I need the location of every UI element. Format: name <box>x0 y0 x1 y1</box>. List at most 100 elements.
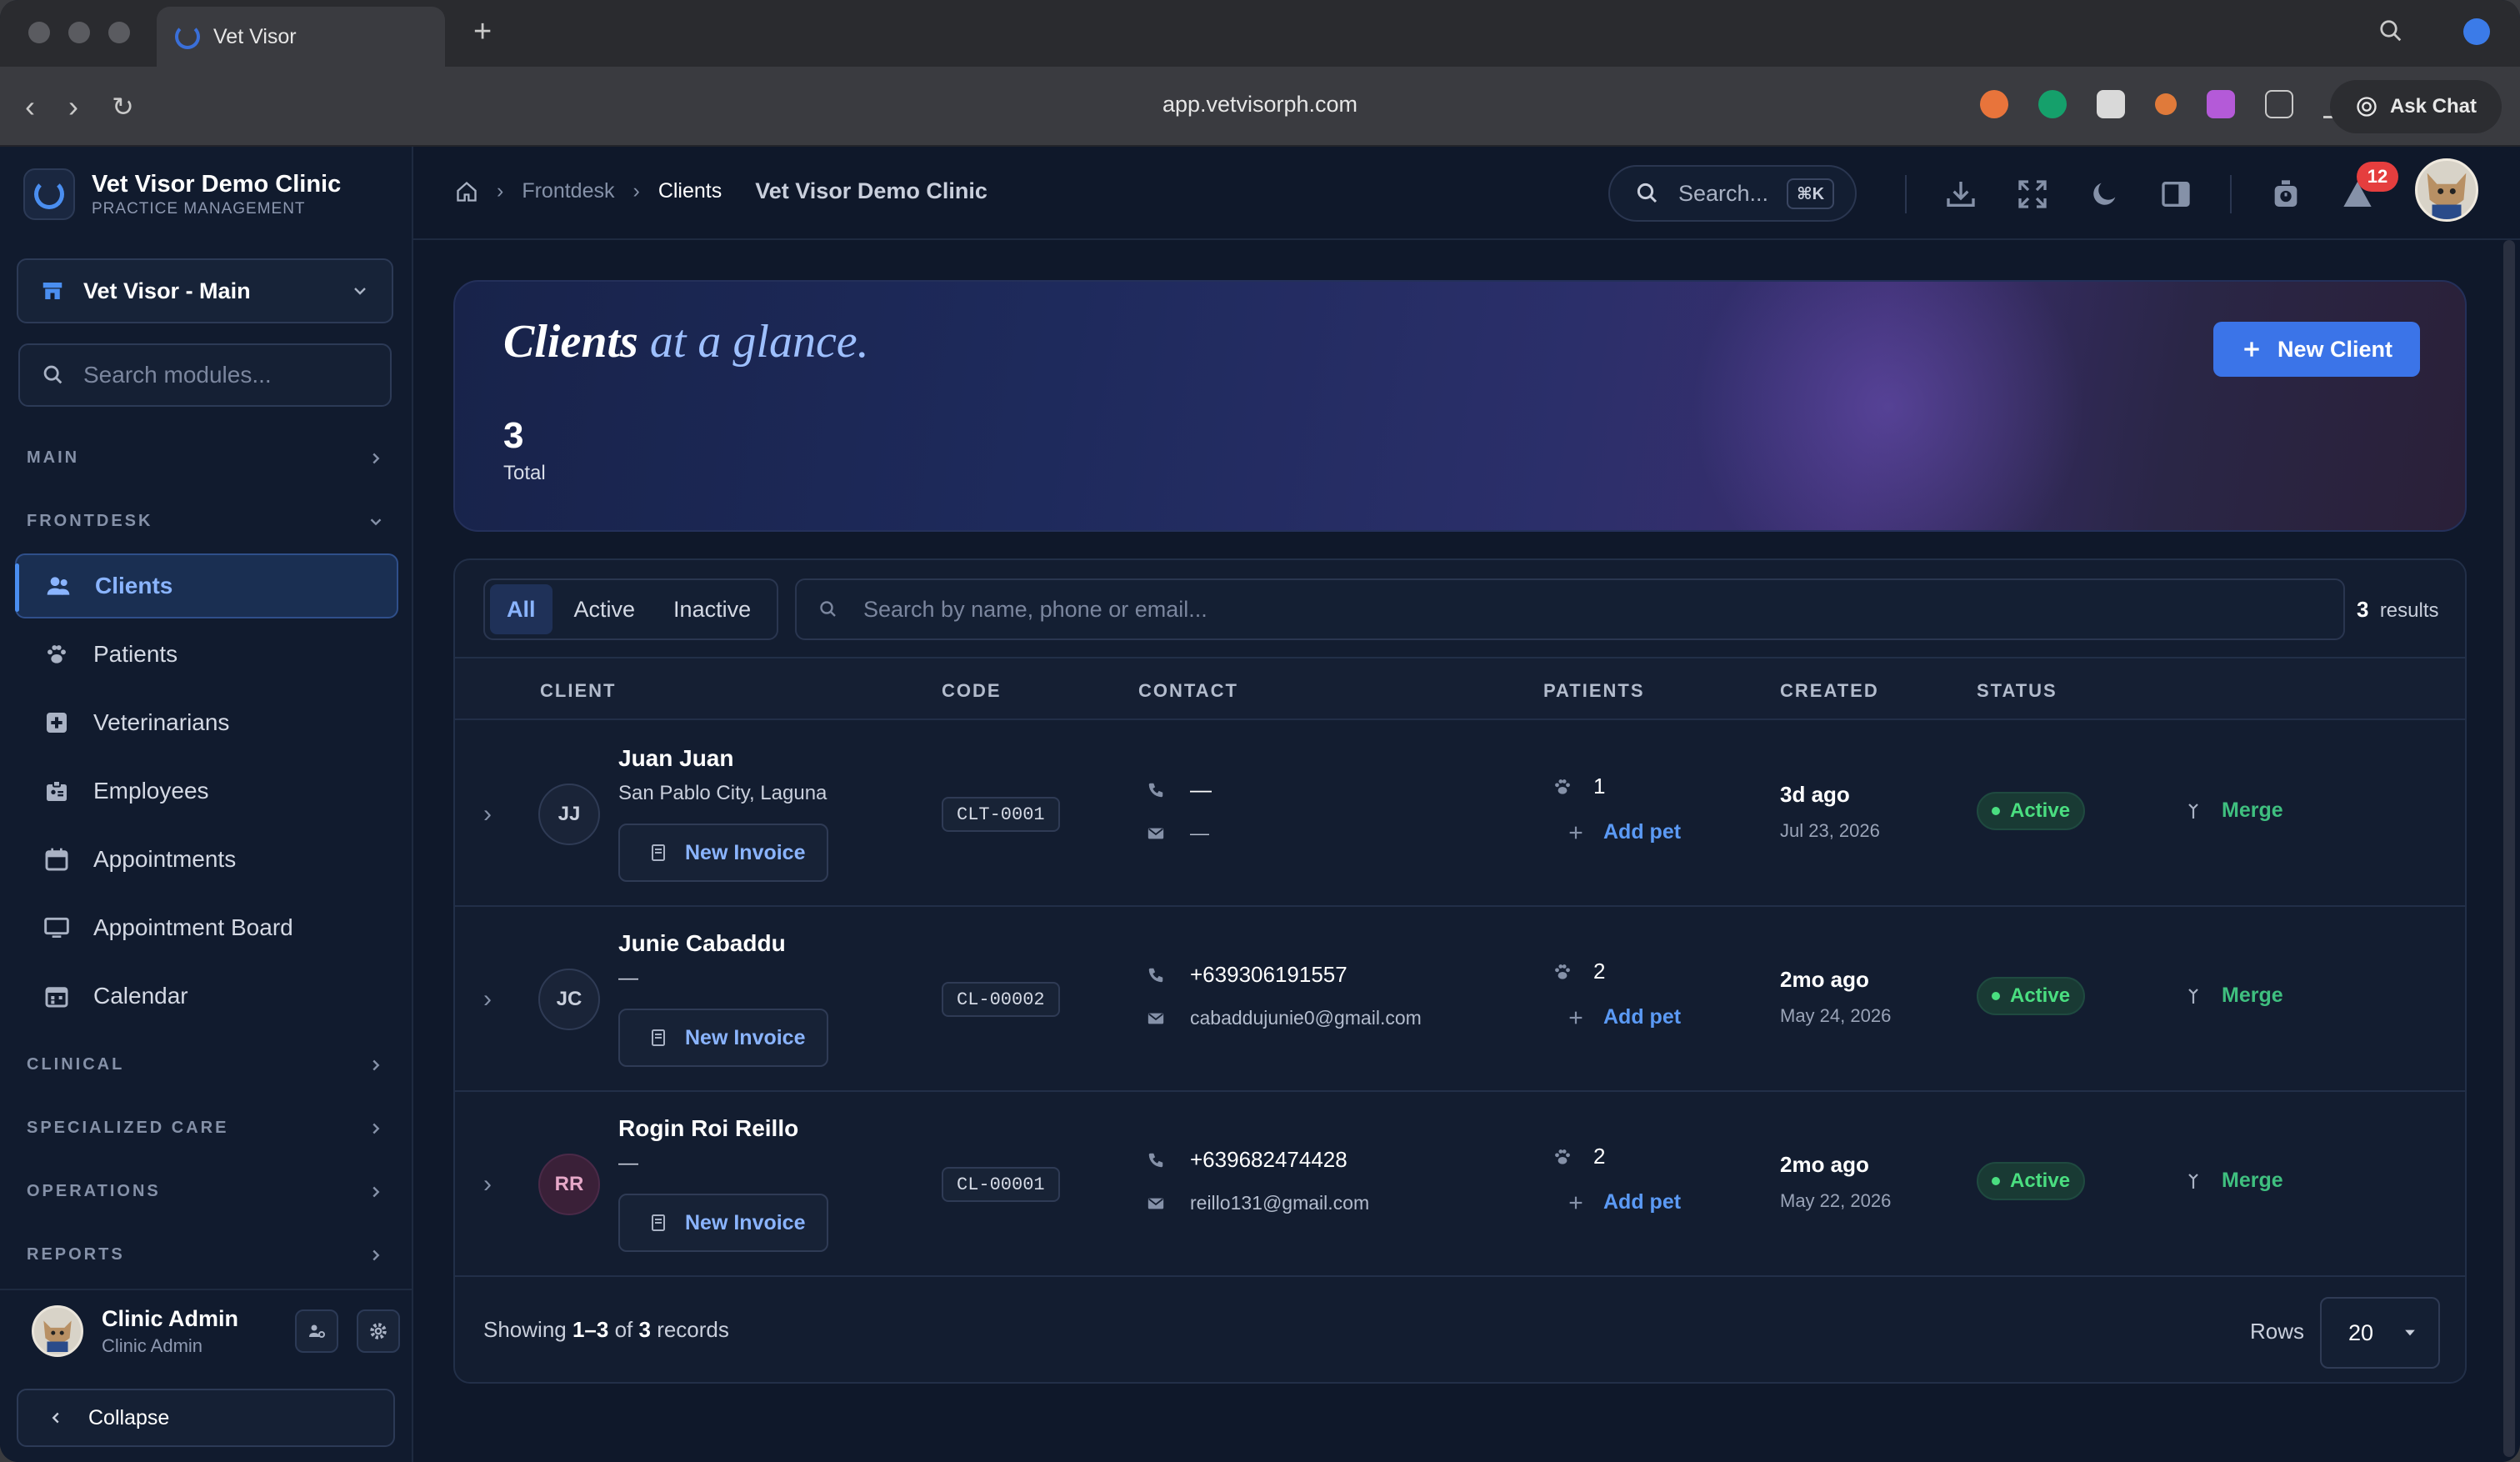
rows-per-page-select[interactable]: 20 <box>2320 1297 2440 1369</box>
merge-button[interactable]: Merge <box>2183 1169 2283 1193</box>
client-search-input[interactable]: Search by name, phone or email... <box>795 578 2345 640</box>
add-pet-button[interactable]: Add pet <box>1567 1005 1681 1029</box>
new-tab-button[interactable]: + <box>473 15 492 48</box>
section-clinical[interactable]: CLINICAL <box>27 1055 385 1074</box>
store-icon <box>42 283 62 299</box>
client-name[interactable]: Rogin Roi Reillo <box>618 1115 798 1142</box>
section-operations[interactable]: OPERATIONS <box>27 1182 385 1201</box>
merge-button[interactable]: Merge <box>2183 799 2283 823</box>
new-invoice-button[interactable]: New Invoice <box>618 1194 828 1252</box>
switch-user-button[interactable] <box>295 1309 338 1353</box>
settings-button[interactable] <box>357 1309 400 1353</box>
client-email: cabaddujunie0@gmail.com <box>1147 1007 1422 1029</box>
sidebar-item-appointments[interactable]: Appointments <box>15 827 398 892</box>
table-row[interactable]: › JC Junie Cabaddu — New Invoice CL-0000… <box>455 907 2465 1092</box>
sidebar-item-calendar[interactable]: Calendar <box>15 964 398 1029</box>
global-search-button[interactable]: Search... ⌘K <box>1608 165 1857 222</box>
patient-count-value: 2 <box>1593 1144 1606 1169</box>
section-reports[interactable]: REPORTS <box>27 1245 385 1264</box>
download-icon[interactable] <box>1943 177 1978 212</box>
search-icon <box>820 601 836 617</box>
sidebar-item-patients[interactable]: Patients <box>15 622 398 687</box>
receipt-icon <box>652 1029 665 1046</box>
avatar[interactable] <box>32 1305 83 1357</box>
sidebar-item-label: Appointment Board <box>93 914 293 940</box>
maximize-window-button[interactable] <box>108 22 130 43</box>
merge-button[interactable]: Merge <box>2183 984 2283 1008</box>
expand-row-icon[interactable]: › <box>483 985 492 1014</box>
branch-selector[interactable]: Vet Visor - Main <box>17 258 393 323</box>
minimize-window-button[interactable] <box>68 22 90 43</box>
column-contact[interactable]: CONTACT <box>1138 680 1238 702</box>
timer-icon[interactable] <box>2268 177 2303 212</box>
browser-tab[interactable]: Vet Visor <box>157 7 445 67</box>
sidebar-item-label: Veterinarians <box>93 709 230 735</box>
fullscreen-icon[interactable] <box>2015 177 2050 212</box>
sidebar-item-employees[interactable]: Employees <box>15 759 398 824</box>
caret-down-icon <box>2405 1329 2415 1336</box>
profile-icon[interactable] <box>2463 18 2490 45</box>
expand-row-icon[interactable]: › <box>483 800 492 829</box>
section-frontdesk[interactable]: FRONTDESK <box>27 512 385 531</box>
client-name[interactable]: Juan Juan <box>618 745 733 772</box>
home-icon[interactable] <box>455 180 478 203</box>
new-client-button[interactable]: New Client <box>2213 322 2420 377</box>
sidebar-item-veterinarians[interactable]: Veterinarians <box>15 690 398 755</box>
layout-panel-icon[interactable] <box>2158 177 2193 212</box>
breadcrumb-clients: Clients <box>658 179 722 203</box>
collapse-sidebar-button[interactable]: Collapse <box>17 1389 395 1447</box>
extension-sparkle-icon[interactable] <box>2155 93 2177 115</box>
add-pet-button[interactable]: Add pet <box>1567 820 1681 844</box>
expand-row-icon[interactable]: › <box>483 1170 492 1199</box>
filter-all[interactable]: All <box>490 584 552 634</box>
calendar-grid-icon <box>43 983 70 1009</box>
sidebar-item-appointment-board[interactable]: Appointment Board <box>15 895 398 960</box>
page-title: Clients at a glance. <box>503 315 869 368</box>
column-client[interactable]: CLIENT <box>540 680 616 702</box>
sidebar-item-label: Employees <box>93 778 209 804</box>
column-code[interactable]: CODE <box>942 680 1002 702</box>
client-email: reillo131@gmail.com <box>1147 1192 1369 1214</box>
add-pet-button[interactable]: Add pet <box>1567 1190 1681 1214</box>
client-name[interactable]: Junie Cabaddu <box>618 930 786 957</box>
mail-icon <box>1148 1013 1164 1024</box>
filter-active[interactable]: Active <box>558 584 652 634</box>
search-tabs-icon[interactable] <box>2378 18 2403 43</box>
extension-grid-icon[interactable] <box>2097 90 2125 118</box>
table-row[interactable]: › JJ Juan Juan San Pablo City, Laguna Ne… <box>455 722 2465 907</box>
user-name: Clinic Admin <box>102 1305 239 1331</box>
breadcrumb-frontdesk[interactable]: Frontdesk <box>522 179 614 203</box>
clinic-brand[interactable]: Vet Visor Demo Clinic PRACTICE MANAGEMEN… <box>23 168 341 220</box>
sidebar-item-label: Calendar <box>93 983 188 1009</box>
header-avatar[interactable] <box>2415 158 2478 222</box>
extension-chat-icon[interactable] <box>2265 90 2293 118</box>
extension-grammarly-icon[interactable] <box>2038 90 2067 118</box>
ask-chat-button[interactable]: Ask Chat <box>2329 80 2502 133</box>
dark-mode-icon[interactable] <box>2087 177 2122 212</box>
client-phone: +639306191557 <box>1147 962 1348 988</box>
new-invoice-button[interactable]: New Invoice <box>618 1009 828 1067</box>
module-search-input[interactable]: Search modules... <box>18 343 392 407</box>
app-root: Vet Visor Demo Clinic PRACTICE MANAGEMEN… <box>0 147 2520 1462</box>
extension-purple-icon[interactable] <box>2207 90 2235 118</box>
page-scrollbar[interactable] <box>2503 240 2515 1457</box>
sidebar-item-clients[interactable]: Clients <box>15 553 398 618</box>
breadcrumb: › Frontdesk › Clients Vet Visor Demo Cli… <box>455 178 988 204</box>
new-invoice-button[interactable]: New Invoice <box>618 824 828 882</box>
client-phone: +639682474428 <box>1147 1147 1348 1173</box>
user-switch-icon <box>309 1324 325 1338</box>
extension-fox-icon[interactable] <box>1980 90 2008 118</box>
column-patients[interactable]: PATIENTS <box>1543 680 1645 702</box>
filter-inactive[interactable]: Inactive <box>657 584 768 634</box>
alerts-icon[interactable]: 12 <box>2340 162 2398 212</box>
column-status[interactable]: STATUS <box>1977 680 2058 702</box>
rows-per-page-value: 20 <box>2348 1319 2374 1345</box>
table-row[interactable]: › RR Rogin Roi Reillo — New Invoice CL-0… <box>455 1092 2465 1277</box>
section-main[interactable]: MAIN <box>27 448 385 468</box>
client-search-placeholder: Search by name, phone or email... <box>863 596 1208 622</box>
divider <box>1905 175 1907 213</box>
section-specialized-care-label: SPECIALIZED CARE <box>27 1119 229 1137</box>
column-created[interactable]: CREATED <box>1780 680 1879 702</box>
close-window-button[interactable] <box>28 22 50 43</box>
section-specialized-care[interactable]: SPECIALIZED CARE <box>27 1119 385 1138</box>
